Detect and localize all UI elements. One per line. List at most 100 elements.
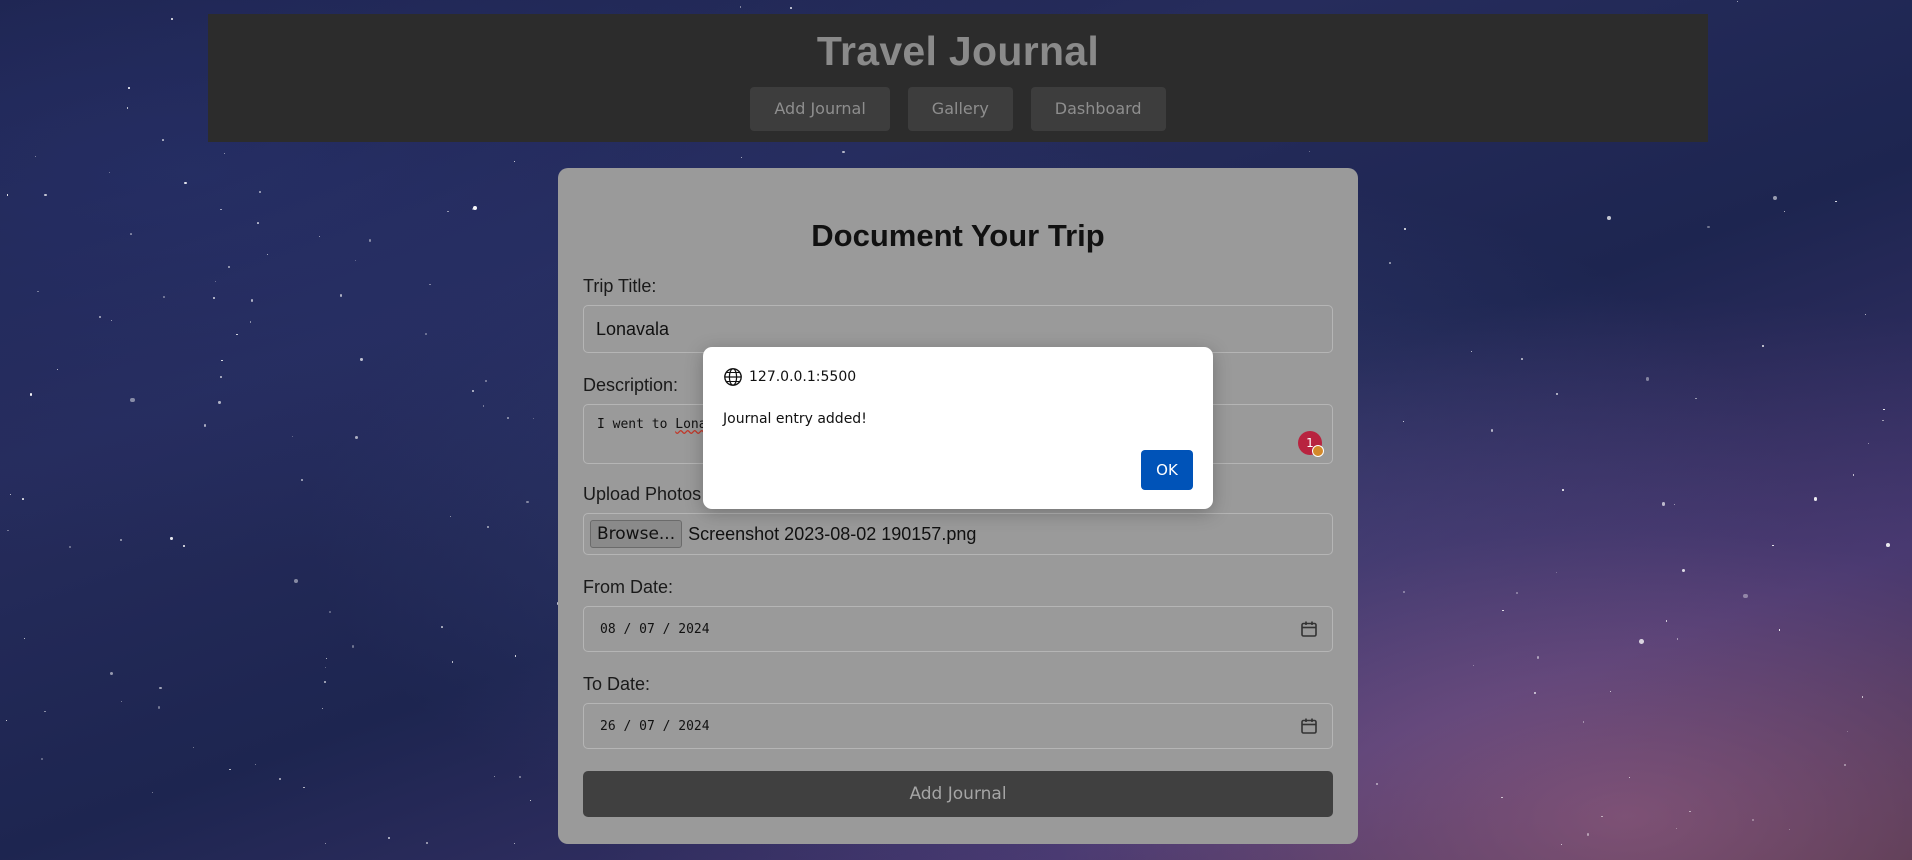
from-date-input[interactable]: 08 / 07 / 2024 — [583, 606, 1333, 652]
ok-button[interactable]: OK — [1141, 450, 1193, 490]
star-dot — [483, 405, 485, 407]
star-dot — [1883, 408, 1885, 410]
star-dot — [1560, 843, 1563, 846]
star-dot — [214, 280, 217, 283]
star-dot — [1784, 211, 1786, 213]
star-dot — [110, 319, 112, 322]
star-dot — [7, 529, 9, 532]
star-dot — [484, 380, 487, 383]
star-dot — [529, 799, 531, 802]
star-dot — [163, 296, 165, 298]
star-dot — [170, 17, 174, 20]
star-dot — [1675, 828, 1677, 830]
selected-file-name: Screenshot 2023-08-02 190157.png — [688, 523, 977, 544]
star-dot — [228, 265, 231, 268]
star-dot — [493, 775, 495, 777]
star-dot — [278, 777, 281, 780]
star-dot — [441, 626, 443, 628]
star-dot — [471, 389, 474, 393]
star-dot — [1516, 592, 1519, 595]
star-dot — [1404, 228, 1407, 231]
star-dot — [321, 708, 323, 710]
star-dot — [354, 435, 358, 439]
star-dot — [1674, 503, 1676, 506]
star-dot — [1665, 620, 1668, 622]
star-dot — [1309, 151, 1311, 153]
star-dot — [425, 842, 428, 845]
star-dot — [6, 194, 9, 197]
trip-title-input[interactable]: Lonavala — [583, 305, 1333, 353]
add-journal-submit-button[interactable]: Add Journal — [583, 771, 1333, 817]
star-dot — [235, 333, 238, 336]
star-dot — [446, 210, 449, 213]
star-dot — [158, 706, 161, 709]
star-dot — [323, 680, 327, 683]
star-dot — [303, 786, 305, 789]
nav-bar: Add Journal Gallery Dashboard — [208, 87, 1708, 131]
star-dot — [40, 757, 43, 760]
star-dot — [526, 500, 529, 503]
star-dot — [182, 544, 186, 548]
star-dot — [318, 235, 321, 237]
star-dot — [1682, 569, 1686, 573]
star-dot — [1789, 829, 1791, 831]
calendar-icon[interactable] — [1300, 717, 1318, 735]
star-dot — [339, 294, 343, 297]
star-dot — [130, 397, 135, 403]
star-dot — [254, 763, 257, 766]
star-dot — [1813, 497, 1818, 501]
star-dot — [37, 290, 39, 293]
star-dot — [5, 719, 7, 721]
star-dot — [119, 539, 122, 541]
star-dot — [532, 417, 534, 419]
nav-add-journal-button[interactable]: Add Journal — [750, 87, 890, 131]
browse-button[interactable]: Browse... — [590, 520, 683, 548]
nav-gallery-button[interactable]: Gallery — [907, 87, 1013, 131]
star-dot — [369, 239, 372, 242]
star-dot — [1534, 692, 1536, 694]
star-dot — [162, 139, 164, 142]
dialog-origin: 127.0.0.1:5500 — [723, 367, 1193, 387]
star-dot — [518, 776, 521, 779]
star-dot — [204, 424, 207, 427]
star-dot — [1861, 696, 1864, 698]
star-dot — [472, 205, 477, 210]
star-dot — [1502, 609, 1504, 612]
star-dot — [1600, 815, 1603, 818]
photo-file-input[interactable]: Browse... Screenshot 2023-08-02 190157.p… — [583, 513, 1333, 555]
app-title: Travel Journal — [816, 28, 1100, 74]
star-dot — [1882, 419, 1884, 421]
to-date-input[interactable]: 26 / 07 / 2024 — [583, 703, 1333, 749]
star-dot — [127, 87, 130, 90]
star-dot — [213, 297, 216, 300]
globe-icon — [724, 368, 742, 386]
star-dot — [1736, 0, 1738, 3]
star-dot — [267, 253, 269, 256]
star-dot — [428, 283, 431, 286]
star-dot — [1521, 357, 1523, 360]
star-dot — [1761, 345, 1764, 348]
star-dot — [21, 498, 24, 500]
star-dot — [324, 666, 327, 668]
from-date-value: 08 / 07 / 2024 — [600, 621, 710, 637]
star-dot — [1844, 763, 1847, 767]
star-dot — [1501, 796, 1503, 799]
star-dot — [360, 358, 363, 361]
star-dot — [1846, 730, 1848, 732]
nav-dashboard-button[interactable]: Dashboard — [1030, 87, 1166, 131]
badge-status-dot — [1312, 445, 1324, 457]
star-dot — [1661, 502, 1666, 506]
to-date-label: To Date: — [583, 674, 651, 694]
from-date-label: From Date: — [583, 577, 674, 597]
star-dot — [1853, 474, 1855, 476]
star-dot — [29, 393, 33, 396]
star-dot — [293, 578, 298, 583]
star-dot — [515, 655, 517, 657]
star-dot — [486, 526, 489, 529]
star-dot — [159, 686, 162, 690]
dialog-origin-text: 127.0.0.1:5500 — [749, 369, 857, 385]
calendar-icon[interactable] — [1300, 620, 1318, 638]
star-dot — [388, 837, 391, 840]
star-dot — [1867, 442, 1870, 444]
star-dot — [300, 479, 303, 482]
